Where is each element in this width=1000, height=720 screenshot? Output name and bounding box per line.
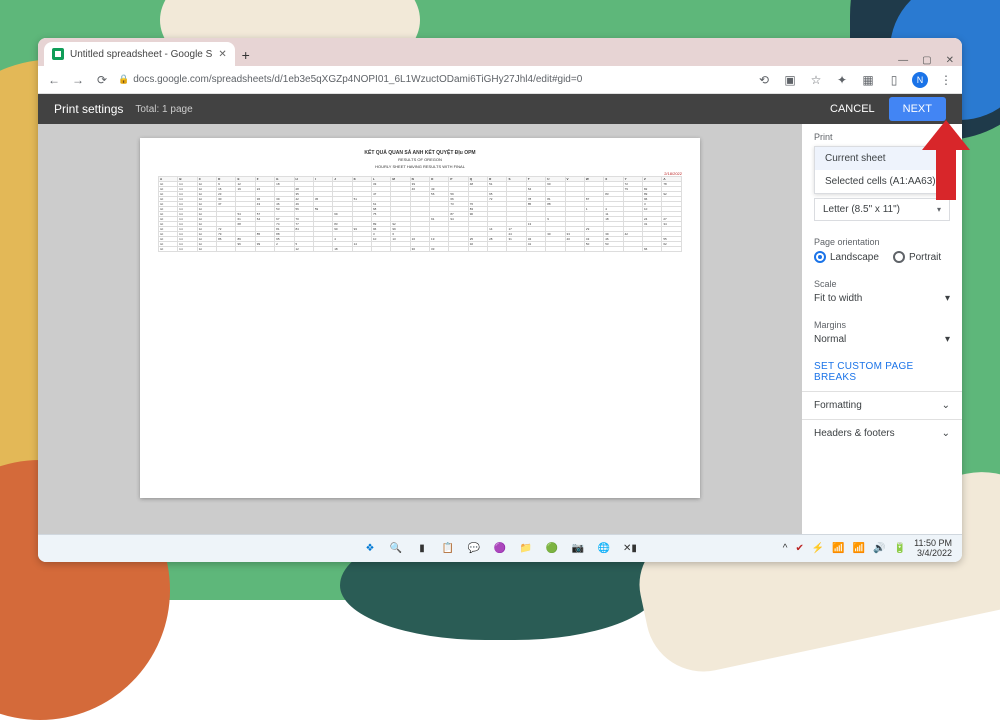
preview-table: ABCDEFGHIJKLMNOPQRSTUVWXYZAtxttxttxt9121… bbox=[158, 176, 682, 252]
scale-label: Scale bbox=[814, 279, 950, 289]
tray-volume-icon[interactable]: 🔊 bbox=[873, 543, 885, 554]
search-icon[interactable]: 🔍 bbox=[386, 539, 406, 559]
cancel-button[interactable]: CANCEL bbox=[816, 97, 889, 121]
app-icon[interactable]: 🟢 bbox=[542, 539, 562, 559]
chevron-down-icon: ⌄ bbox=[942, 400, 950, 411]
address-bar: ← → ⟳ 🔒 docs.google.com/spreadsheets/d/1… bbox=[38, 66, 962, 94]
bookmark-icon[interactable]: ☆ bbox=[808, 72, 824, 88]
radio-on-icon bbox=[814, 251, 826, 263]
paper-size-select[interactable]: Letter (8.5" x 11") ▾ bbox=[814, 198, 950, 221]
nav-forward-icon[interactable]: → bbox=[70, 72, 86, 88]
page-count: Total: 1 page bbox=[135, 104, 192, 115]
browser-tab[interactable]: Untitled spreadsheet - Google S ✕ bbox=[44, 42, 235, 66]
app-icon[interactable]: 💬 bbox=[464, 539, 484, 559]
print-preview-area: KẾT QUẢ QUAN SÁ ANH KẾT QUYỆT ĐỊu OPM RE… bbox=[38, 124, 802, 562]
reading-list-icon[interactable]: ▦ bbox=[860, 72, 876, 88]
tray-wifi-icon[interactable]: 📶 bbox=[853, 543, 865, 554]
browser-window: Untitled spreadsheet - Google S ✕ + — ▢ … bbox=[38, 38, 962, 562]
set-page-breaks-link[interactable]: SET CUSTOM PAGE BREAKS bbox=[802, 353, 962, 391]
nav-back-icon[interactable]: ← bbox=[46, 72, 62, 88]
tray-lang[interactable]: 📶 bbox=[832, 543, 844, 554]
annotation-arrow bbox=[922, 120, 970, 200]
preview-line2: RESULTS OF OREGON bbox=[158, 157, 682, 162]
next-button[interactable]: NEXT bbox=[889, 97, 946, 121]
preview-title: KẾT QUẢ QUAN SÁ ANH KẾT QUYỆT ĐỊu OPM bbox=[158, 150, 682, 156]
url-field[interactable]: 🔒 docs.google.com/spreadsheets/d/1eb3e5q… bbox=[118, 74, 748, 85]
chevron-down-icon: ▾ bbox=[945, 334, 950, 345]
preview-line3: HOURLY SHEET HAVING RESULTS WITH FINAL bbox=[158, 164, 682, 169]
page-title: Print settings bbox=[54, 102, 123, 116]
file-explorer-icon[interactable]: 📁 bbox=[516, 539, 536, 559]
browser-menu-icon[interactable]: ⋮ bbox=[938, 72, 954, 88]
window-minimize-icon[interactable]: — bbox=[898, 55, 908, 66]
app-icon[interactable]: 📷 bbox=[568, 539, 588, 559]
tab-title: Untitled spreadsheet - Google S bbox=[70, 49, 212, 60]
paper-size-value: Letter (8.5" x 11") bbox=[823, 204, 900, 215]
translate-icon[interactable]: ▣ bbox=[782, 72, 798, 88]
url-text: docs.google.com/spreadsheets/d/1eb3e5qXG… bbox=[133, 74, 582, 85]
radio-portrait[interactable]: Portrait bbox=[893, 251, 941, 263]
nav-reload-icon[interactable]: ⟳ bbox=[94, 72, 110, 88]
print-settings-header: Print settings Total: 1 page CANCEL NEXT bbox=[38, 94, 962, 124]
system-clock[interactable]: 11:50 PM 3/4/2022 bbox=[914, 539, 952, 559]
margins-label: Margins bbox=[814, 320, 950, 330]
chevron-down-icon: ▾ bbox=[937, 205, 941, 214]
windows-taskbar: ❖ 🔍 ▮ 📋 💬 🟣 📁 🟢 📷 🌐 ✕▮ ^ ✔ ⚡ 📶 📶 🔊 🔋 11:… bbox=[38, 534, 962, 562]
app-icon[interactable]: 🟣 bbox=[490, 539, 510, 559]
tab-close-icon[interactable]: ✕ bbox=[218, 49, 226, 60]
tab-strip: Untitled spreadsheet - Google S ✕ + — ▢ … bbox=[38, 38, 962, 66]
radio-off-icon bbox=[893, 251, 905, 263]
scale-select[interactable]: Fit to width ▾ bbox=[814, 293, 950, 304]
headers-footers-expander[interactable]: Headers & footers ⌄ bbox=[802, 419, 962, 447]
tray-av-icon[interactable]: ✔ bbox=[795, 543, 803, 554]
new-tab-button[interactable]: + bbox=[235, 44, 257, 66]
formatting-expander[interactable]: Formatting ⌄ bbox=[802, 391, 962, 419]
chevron-down-icon: ▾ bbox=[945, 293, 950, 304]
radio-landscape[interactable]: Landscape bbox=[814, 251, 879, 263]
window-close-icon[interactable]: ✕ bbox=[946, 55, 954, 66]
profile-avatar[interactable]: N bbox=[912, 72, 928, 88]
start-button[interactable]: ❖ bbox=[360, 539, 380, 559]
tray-power-icon[interactable]: ⚡ bbox=[812, 543, 824, 554]
margins-select[interactable]: Normal ▾ bbox=[814, 334, 950, 345]
orientation-label: Page orientation bbox=[814, 237, 950, 247]
edge-icon[interactable]: 🌐 bbox=[594, 539, 614, 559]
taskview-icon[interactable]: ▮ bbox=[412, 539, 432, 559]
sheets-favicon bbox=[52, 48, 64, 60]
share-icon[interactable]: ⟲ bbox=[756, 72, 772, 88]
lock-icon: 🔒 bbox=[118, 74, 129, 85]
tray-battery-icon[interactable]: 🔋 bbox=[894, 543, 906, 554]
side-panel-icon[interactable]: ▯ bbox=[886, 72, 902, 88]
window-maximize-icon[interactable]: ▢ bbox=[922, 55, 931, 66]
app-icon[interactable]: 📋 bbox=[438, 539, 458, 559]
extensions-icon[interactable]: ✦ bbox=[834, 72, 850, 88]
taskbar-center: ❖ 🔍 ▮ 📋 💬 🟣 📁 🟢 📷 🌐 ✕▮ bbox=[360, 539, 640, 559]
preview-page: KẾT QUẢ QUAN SÁ ANH KẾT QUYỆT ĐỊu OPM RE… bbox=[140, 138, 700, 498]
tray-chevron-icon[interactable]: ^ bbox=[783, 543, 788, 554]
excel-icon[interactable]: ✕▮ bbox=[620, 539, 640, 559]
chevron-down-icon: ⌄ bbox=[942, 428, 950, 439]
